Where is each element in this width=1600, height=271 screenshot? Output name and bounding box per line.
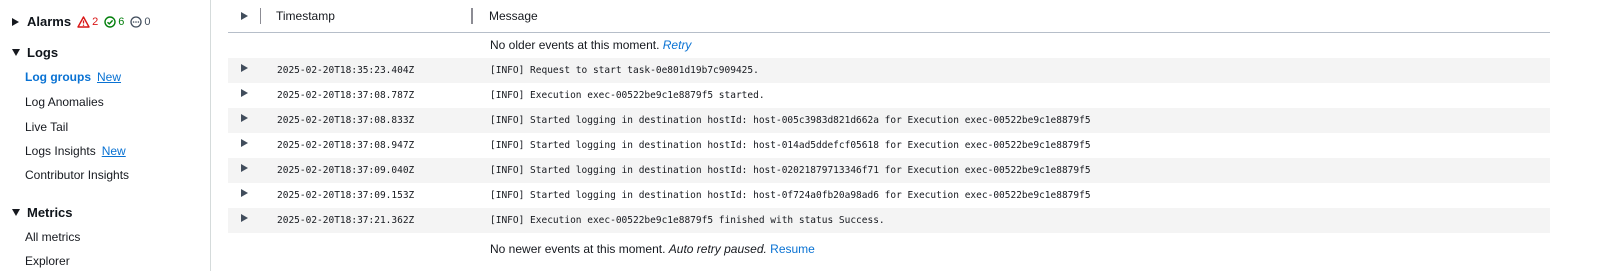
alarms-label: Alarms <box>27 14 72 29</box>
newer-events-notice: No newer events at this moment. Auto ret… <box>490 242 815 256</box>
table-row[interactable]: 2025-02-20T18:37:08.947Z [INFO] Started … <box>228 133 1550 158</box>
table-row[interactable]: 2025-02-20T18:37:09.153Z [INFO] Started … <box>228 183 1550 208</box>
nav-item-all-metrics[interactable]: All metrics <box>25 230 80 244</box>
logs-label: Logs <box>27 45 59 60</box>
event-message: [INFO] Execution exec-00522be9c1e8879f5 … <box>490 90 765 101</box>
older-events-text: No older events at this moment. <box>490 38 660 52</box>
alarm-count: 2 <box>92 15 99 28</box>
expand-row-icon[interactable] <box>241 89 248 97</box>
event-message: [INFO] Started logging in destination ho… <box>490 190 1091 201</box>
alarms-section-toggle[interactable]: Alarms 2 6 0 <box>12 14 150 29</box>
table-row[interactable]: 2025-02-20T18:35:23.404Z [INFO] Request … <box>228 58 1550 83</box>
expand-row-icon[interactable] <box>241 164 248 172</box>
event-message: [INFO] Execution exec-00522be9c1e8879f5 … <box>490 215 885 226</box>
caret-right-icon <box>12 17 19 26</box>
column-divider <box>260 8 261 24</box>
nav-item-label: Log Anomalies <box>25 95 104 109</box>
warning-triangle-icon <box>77 15 90 28</box>
nav-item-log-anomalies[interactable]: Log Anomalies <box>25 95 104 109</box>
metrics-section-toggle[interactable]: Metrics <box>12 205 73 220</box>
event-message: [INFO] Request to start task-0e801d19b7c… <box>490 65 759 76</box>
expand-row-icon[interactable] <box>241 189 248 197</box>
older-events-notice: No older events at this moment. Retry <box>490 38 691 52</box>
event-message: [INFO] Started logging in destination ho… <box>490 165 1091 176</box>
event-timestamp: 2025-02-20T18:37:21.362Z <box>277 215 415 226</box>
sidebar: Alarms 2 6 0 Logs Log groups New Log Anom… <box>0 0 211 271</box>
column-resizer[interactable] <box>471 8 473 24</box>
nav-item-label: All metrics <box>25 230 81 244</box>
nav-item-contributor-insights[interactable]: Contributor Insights <box>25 168 129 182</box>
new-badge[interactable]: New <box>97 70 121 84</box>
nav-item-explorer[interactable]: Explorer <box>25 254 70 268</box>
metrics-label: Metrics <box>27 205 73 220</box>
expand-row-icon[interactable] <box>241 64 248 72</box>
caret-down-icon <box>12 209 20 216</box>
alarm-state-badge[interactable]: 2 <box>77 16 98 28</box>
nav-item-label: Contributor Insights <box>25 168 130 182</box>
column-header-timestamp[interactable]: Timestamp <box>276 9 335 23</box>
nav-item-log-groups[interactable]: Log groups New <box>25 70 121 84</box>
nav-item-label: Live Tail <box>25 120 69 134</box>
retry-link[interactable]: Retry <box>663 38 692 52</box>
expand-row-icon[interactable] <box>241 214 248 222</box>
newer-events-text: No newer events at this moment. <box>490 242 666 256</box>
expand-row-icon[interactable] <box>241 114 248 122</box>
event-timestamp: 2025-02-20T18:37:08.947Z <box>277 140 415 151</box>
event-timestamp: 2025-02-20T18:35:23.404Z <box>277 65 415 76</box>
event-message: [INFO] Started logging in destination ho… <box>490 115 1091 126</box>
check-circle-icon <box>104 15 116 28</box>
insufficient-state-badge[interactable]: 0 <box>130 16 150 28</box>
caret-down-icon <box>12 49 20 56</box>
table-header: Timestamp Message <box>228 0 1550 33</box>
column-header-message[interactable]: Message <box>489 9 538 23</box>
ellipsis-circle-icon <box>130 15 142 28</box>
nav-item-live-tail[interactable]: Live Tail <box>25 120 68 134</box>
auto-retry-status: Auto retry paused. <box>668 242 767 256</box>
nav-item-label: Log groups <box>25 70 91 84</box>
ok-count: 6 <box>118 15 125 28</box>
insufficient-count: 0 <box>144 15 151 28</box>
nav-item-label: Logs Insights <box>25 144 96 158</box>
event-timestamp: 2025-02-20T18:37:09.040Z <box>277 165 415 176</box>
table-row[interactable]: 2025-02-20T18:37:08.833Z [INFO] Started … <box>228 108 1550 133</box>
log-events-table: Timestamp Message No older events at thi… <box>228 0 1550 271</box>
table-row[interactable]: 2025-02-20T18:37:08.787Z [INFO] Executio… <box>228 83 1550 108</box>
expand-row-icon[interactable] <box>241 139 248 147</box>
event-timestamp: 2025-02-20T18:37:08.833Z <box>277 115 415 126</box>
nav-item-label: Explorer <box>25 254 70 268</box>
table-row[interactable]: 2025-02-20T18:37:21.362Z [INFO] Executio… <box>228 208 1550 233</box>
resume-link[interactable]: Resume <box>770 242 815 256</box>
nav-item-logs-insights[interactable]: Logs Insights New <box>25 144 126 158</box>
event-timestamp: 2025-02-20T18:37:09.153Z <box>277 190 415 201</box>
ok-state-badge[interactable]: 6 <box>104 16 124 28</box>
event-timestamp: 2025-02-20T18:37:08.787Z <box>277 90 415 101</box>
table-row[interactable]: 2025-02-20T18:37:09.040Z [INFO] Started … <box>228 158 1550 183</box>
expand-all-icon[interactable] <box>241 12 248 20</box>
new-badge[interactable]: New <box>102 144 126 158</box>
logs-section-toggle[interactable]: Logs <box>12 45 58 60</box>
event-message: [INFO] Started logging in destination ho… <box>490 140 1091 151</box>
